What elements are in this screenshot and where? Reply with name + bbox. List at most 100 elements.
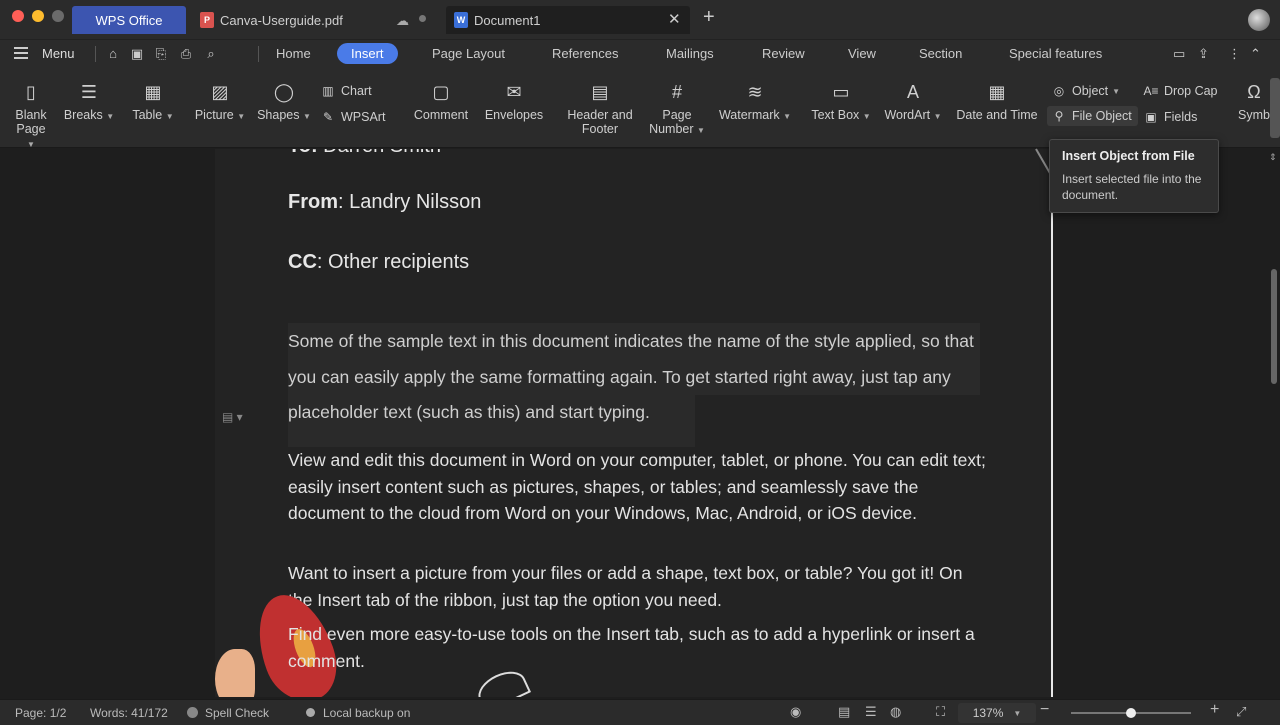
symbol-button[interactable]: Ω Symb (1236, 80, 1272, 123)
word-count[interactable]: Words: 41/172 (90, 706, 168, 720)
divider (258, 46, 259, 62)
date-time-button[interactable]: ▦ Date and Time (955, 80, 1039, 123)
print-preview-icon[interactable]: ⌕ (203, 46, 219, 62)
save-icon[interactable]: ▣ (129, 46, 145, 62)
paragraph-marker-icon[interactable]: ▤ ▾ (222, 410, 243, 424)
hamburger-icon[interactable] (14, 47, 28, 59)
drop-cap-button[interactable]: A≡ Drop Cap (1143, 83, 1217, 99)
chart-button[interactable]: ▥ Chart (320, 83, 372, 99)
eye-protection-icon[interactable]: ◉ (790, 704, 801, 720)
comment-panel-icon[interactable]: ▭ (1173, 46, 1185, 62)
chart-icon: ▥ (322, 84, 334, 98)
new-tab-icon[interactable]: + (703, 6, 715, 29)
to-value: Darren Smith (318, 149, 441, 157)
fullscreen-icon[interactable]: ⤢ (1236, 704, 1246, 720)
blank-page-icon: ▯ (26, 81, 36, 102)
table-button[interactable]: ▦ Table ▼ (130, 80, 176, 123)
from-value: : Landry Nilsson (338, 191, 482, 213)
to-line[interactable]: To: Darren Smith (288, 149, 441, 158)
text-box-button[interactable]: ▭ Text Box ▼ (810, 80, 872, 123)
zoom-select[interactable]: 137% ▼ (958, 703, 1036, 723)
tab-wps-office[interactable]: WPS Office (72, 6, 186, 34)
maximize-window-button[interactable] (52, 10, 64, 22)
zoom-out-icon[interactable]: − (1040, 701, 1049, 719)
page-number-button[interactable]: # Page Number ▼ (646, 80, 708, 137)
document-page[interactable]: To: Darren Smith From: Landry Nilsson CC… (215, 149, 1053, 697)
header-footer-button[interactable]: ▤ Header and Footer (562, 80, 638, 137)
tab-section[interactable]: Section (919, 46, 962, 61)
shapes-icon: ◯ (273, 81, 295, 102)
chevron-down-icon: ▼ (302, 112, 311, 121)
tab-document[interactable]: W Document1 (446, 6, 690, 34)
chevron-down-icon: ▼ (27, 140, 35, 149)
envelopes-button[interactable]: ✉ Envelopes (482, 80, 546, 123)
from-label: From (288, 191, 338, 213)
watermark-button[interactable]: ≋ Watermark ▼ (718, 80, 792, 123)
zoom-slider-knob[interactable] (1126, 708, 1136, 718)
unsaved-dot-icon (419, 15, 426, 22)
fit-page-icon[interactable]: ⛶ (936, 704, 945, 720)
divider (95, 46, 96, 62)
tab-mailings[interactable]: Mailings (666, 46, 714, 61)
outline-view-icon[interactable]: ☰ (865, 704, 877, 720)
scrollbar-thumb[interactable] (1271, 269, 1277, 384)
avatar[interactable] (1248, 9, 1270, 31)
export-pdf-icon[interactable]: ⎘ (153, 46, 169, 62)
menu-button[interactable]: Menu (42, 46, 75, 61)
more-icon[interactable]: ⋮ (1228, 46, 1241, 62)
tab-home[interactable]: Home (276, 46, 311, 61)
paragraph-view-edit[interactable]: View and edit this document in Word on y… (288, 447, 988, 527)
tab-special-features[interactable]: Special features (1009, 46, 1102, 61)
header-footer-icon: ▤ (591, 81, 609, 102)
shapes-button[interactable]: ◯ Shapes ▼ (256, 80, 312, 123)
decorative-leaf-image (215, 649, 255, 697)
fields-icon: ▣ (1145, 110, 1157, 124)
tab-wps-office-label: WPS Office (95, 12, 163, 28)
local-backup-status[interactable]: Local backup on (323, 706, 410, 720)
comment-button[interactable]: ▢ Comment (411, 80, 471, 123)
to-label: To: (288, 149, 318, 157)
tab-page-layout[interactable]: Page Layout (432, 46, 505, 61)
cloud-icon[interactable]: ☁ (396, 13, 409, 29)
breaks-icon: ☰ (80, 81, 98, 102)
collapse-ribbon-icon[interactable]: ⌃ (1250, 46, 1261, 62)
breaks-button[interactable]: ☰ Breaks ▼ (62, 80, 116, 123)
comment-label: Comment (413, 108, 469, 122)
zoom-in-icon[interactable]: + (1210, 701, 1219, 719)
page-count[interactable]: Page: 1/2 (15, 706, 66, 720)
cc-line[interactable]: CC: Other recipients (288, 251, 469, 274)
sample-text-paragraph[interactable]: Some of the sample text in this document… (288, 324, 988, 431)
spell-check-toggle[interactable]: Spell Check (205, 706, 269, 720)
web-view-icon[interactable]: ◍ (890, 704, 901, 720)
tooltip-title: Insert Object from File (1062, 149, 1195, 163)
close-tab-icon[interactable]: ✕ (668, 10, 681, 28)
minimize-window-button[interactable] (32, 10, 44, 22)
open-icon[interactable]: ⌂ (105, 46, 121, 62)
paragraph-insert-picture[interactable]: Want to insert a picture from your files… (288, 560, 988, 613)
object-button[interactable]: ◎ Object ▼ (1051, 83, 1120, 99)
tab-references[interactable]: References (552, 46, 618, 61)
ribbon-scroll-handle[interactable] (1270, 78, 1280, 138)
text-box-icon: ▭ (832, 81, 850, 102)
wordart-label: WordArt (884, 108, 931, 122)
close-window-button[interactable] (12, 10, 24, 22)
share-icon[interactable]: ⇪ (1198, 46, 1209, 62)
tab-review[interactable]: Review (762, 46, 805, 61)
blank-page-button[interactable]: ▯ Blank Page ▼ (12, 80, 50, 150)
shapes-label: Shapes (257, 108, 300, 122)
wordart-button[interactable]: A WordArt ▼ (882, 80, 944, 123)
vertical-scrollbar[interactable]: ⇕ (1268, 149, 1280, 697)
fields-button[interactable]: ▣ Fields (1143, 109, 1197, 125)
page-view-icon[interactable]: ▤ (838, 704, 850, 720)
file-object-button[interactable]: ⚲ File Object (1047, 106, 1138, 126)
tab-view[interactable]: View (848, 46, 876, 61)
tab-insert[interactable]: Insert (337, 43, 398, 64)
chart-label: Chart (341, 84, 372, 98)
wpsart-button[interactable]: ✎ WPSArt (320, 109, 385, 125)
print-icon[interactable]: ⎙ (178, 46, 194, 62)
zoom-slider[interactable] (1071, 708, 1191, 718)
from-line[interactable]: From: Landry Nilsson (288, 191, 481, 214)
paragraph-more-tools[interactable]: Find even more easy-to-use tools on the … (288, 621, 988, 674)
picture-button[interactable]: ▨ Picture ▼ (192, 80, 248, 123)
scroll-options-icon[interactable]: ⇕ (1269, 152, 1277, 163)
